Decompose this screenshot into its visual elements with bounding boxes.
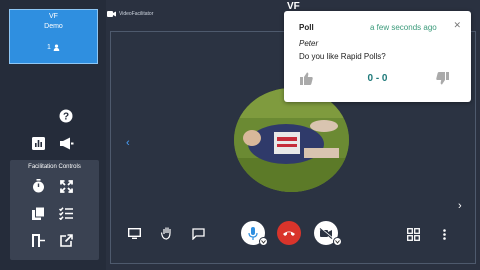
thumbs-down-icon[interactable]	[436, 72, 449, 90]
external-link-icon[interactable]	[58, 232, 74, 248]
next-arrow-icon[interactable]: ›	[458, 200, 462, 212]
poll-author: Peter	[299, 39, 319, 48]
person-icon	[53, 44, 60, 51]
screen-share-button[interactable]	[127, 227, 141, 239]
poll-title: Poll	[299, 23, 314, 32]
camera-off-icon	[319, 227, 333, 239]
poll-popup: Poll a few seconds ago ✕ Peter Do you li…	[284, 11, 471, 102]
layout-grid-button[interactable]	[406, 227, 420, 241]
participant-avatar	[234, 88, 349, 192]
timer-icon[interactable]	[30, 178, 46, 194]
megaphone-icon[interactable]	[58, 135, 74, 151]
more-options-button[interactable]	[440, 227, 448, 241]
room-name: Demo	[44, 23, 63, 30]
facilitation-controls-panel: Facilitation Controls	[10, 160, 99, 260]
checklist-icon[interactable]	[58, 205, 74, 221]
exit-room-icon[interactable]	[30, 232, 46, 248]
facilitation-controls-title: Facilitation Controls	[28, 164, 81, 170]
video-label-text: VideoFacilitator	[119, 11, 154, 17]
raise-hand-button[interactable]	[160, 226, 174, 240]
analytics-icon[interactable]	[30, 135, 46, 151]
sidebar: VF Demo 1 ? Facilitation Controls	[0, 0, 106, 270]
fullscreen-icon[interactable]	[58, 178, 74, 194]
user-card[interactable]: VF Demo 1	[9, 9, 98, 64]
participant-count-value: 1	[47, 44, 51, 51]
chevron-down-icon	[335, 239, 340, 244]
camera-options-button[interactable]	[333, 237, 342, 246]
end-call-button[interactable]	[277, 221, 301, 245]
participant-count: 1	[10, 44, 97, 51]
hang-up-icon	[283, 231, 295, 236]
poll-timestamp: a few seconds ago	[370, 23, 437, 32]
video-label: VideoFacilitator	[107, 11, 153, 17]
copy-icon[interactable]	[30, 205, 46, 221]
chevron-down-icon	[261, 239, 266, 244]
grid-icon	[406, 227, 420, 241]
chat-icon	[191, 227, 205, 240]
svg-text:?: ?	[63, 112, 69, 123]
microphone-icon	[248, 226, 258, 240]
video-camera-icon	[107, 11, 116, 17]
monitor-icon	[127, 227, 141, 239]
close-icon[interactable]: ✕	[453, 20, 461, 31]
previous-arrow-icon[interactable]: ‹	[126, 137, 130, 149]
help-icon[interactable]: ?	[58, 108, 74, 124]
poll-question: Do you like Rapid Polls?	[299, 52, 386, 61]
chat-button[interactable]	[191, 227, 205, 240]
more-vertical-icon	[442, 228, 446, 240]
user-initials: VF	[49, 13, 58, 20]
microphone-options-button[interactable]	[259, 237, 268, 246]
hand-icon	[160, 227, 171, 240]
